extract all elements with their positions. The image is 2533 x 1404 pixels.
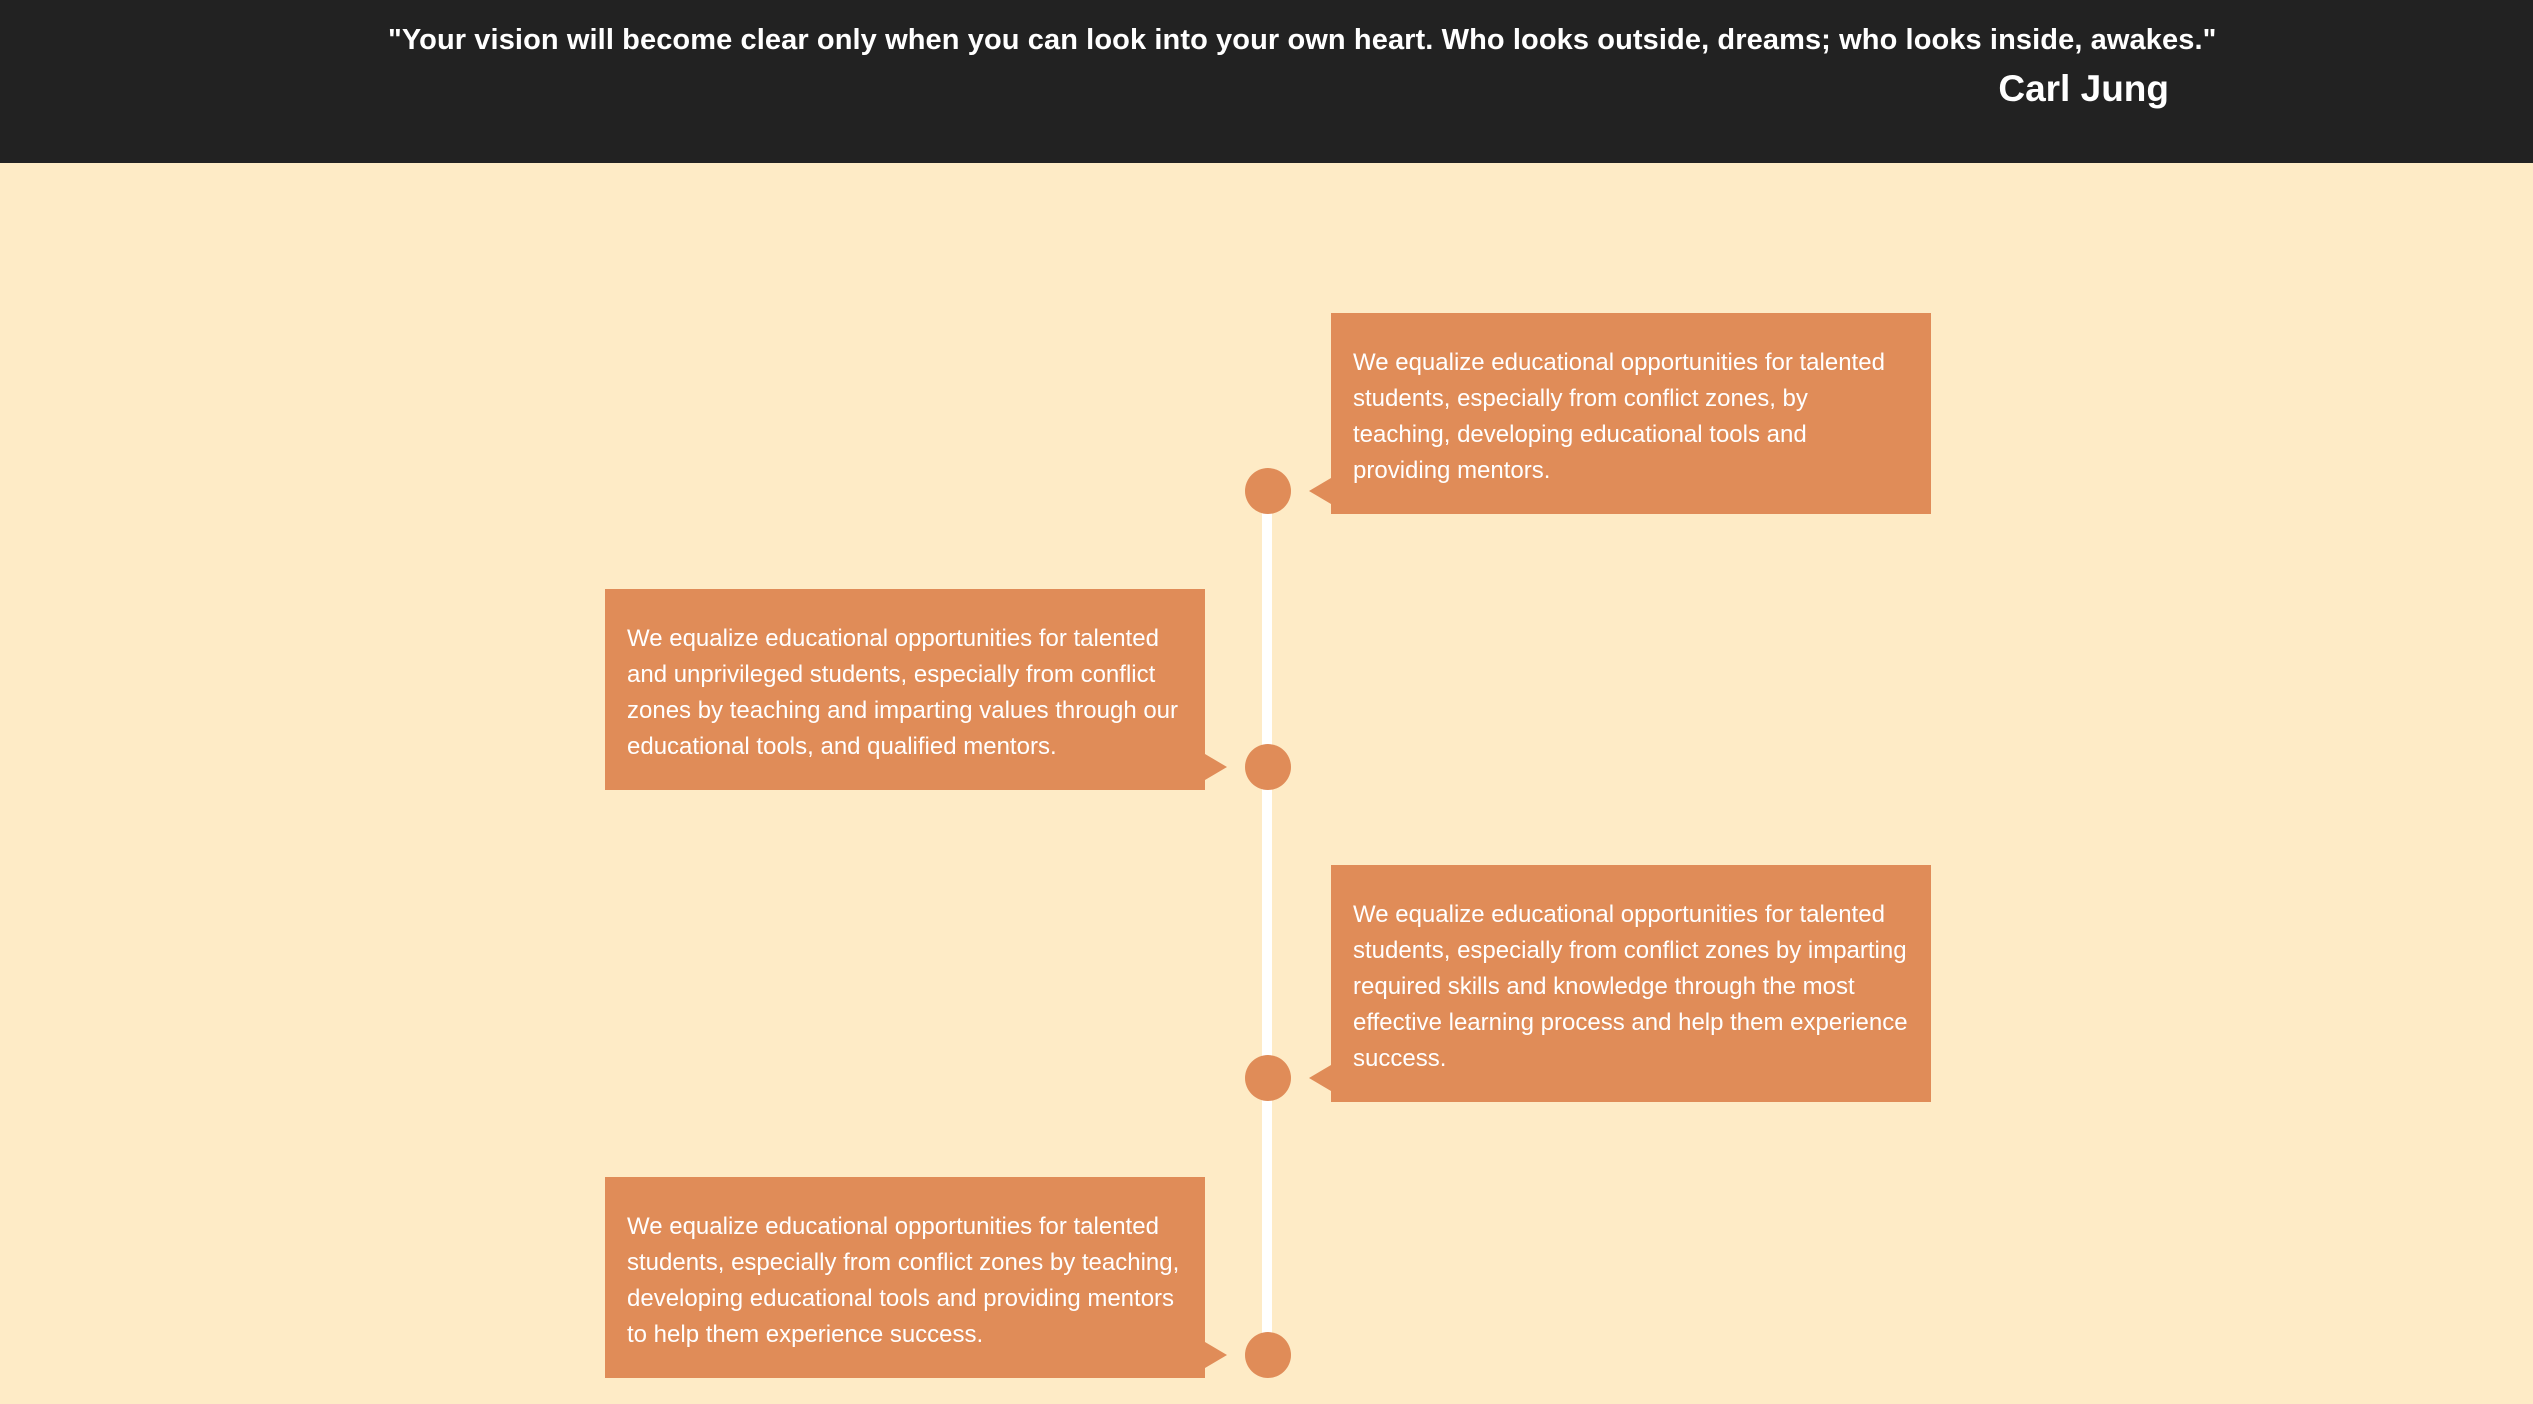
quote-text: "Your vision will become clear only when… xyxy=(388,24,2217,56)
timeline-dot xyxy=(1245,1055,1291,1101)
timeline-card-text: We equalize educational opportunities fo… xyxy=(1353,901,1908,1072)
timeline-card-pointer xyxy=(1205,1342,1227,1368)
timeline-card-text: We equalize educational opportunities fo… xyxy=(627,1213,1180,1348)
timeline-card-text: We equalize educational opportunities fo… xyxy=(1353,349,1885,484)
timeline-dot xyxy=(1245,468,1291,514)
timeline-card-4: We equalize educational opportunities fo… xyxy=(605,1177,1205,1378)
timeline-dot xyxy=(1245,1332,1291,1378)
quote-author: Carl Jung xyxy=(1998,68,2169,109)
timeline-card-1: We equalize educational opportunities fo… xyxy=(1331,313,1931,514)
timeline-line xyxy=(1262,490,1272,1356)
timeline-card-pointer xyxy=(1309,1065,1331,1091)
timeline-dot xyxy=(1245,744,1291,790)
quote-banner: "Your vision will become clear only when… xyxy=(0,0,2533,163)
timeline-card-3: We equalize educational opportunities fo… xyxy=(1331,865,1931,1102)
timeline-card-pointer xyxy=(1309,478,1331,504)
timeline-card-text: We equalize educational opportunities fo… xyxy=(627,625,1179,760)
timeline-card-2: We equalize educational opportunities fo… xyxy=(605,589,1205,790)
timeline-card-pointer xyxy=(1205,754,1227,780)
